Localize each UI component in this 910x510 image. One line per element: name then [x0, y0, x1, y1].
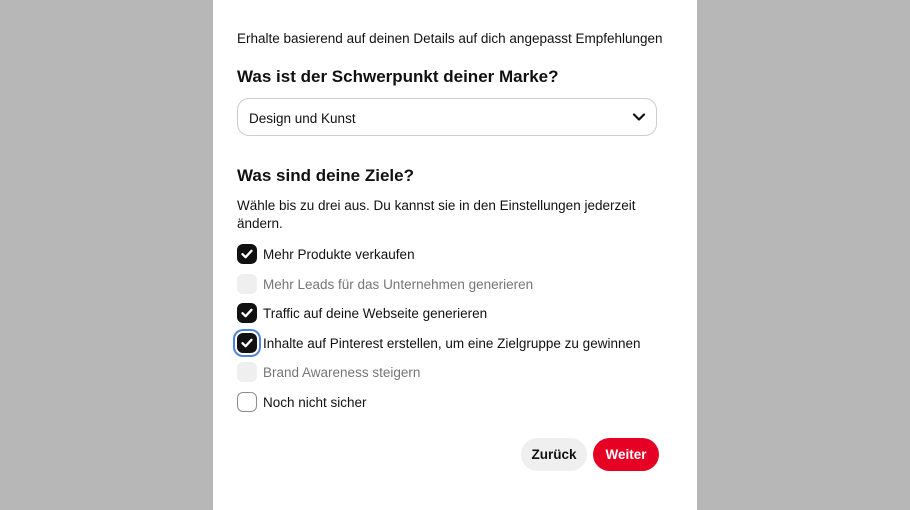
checkmark-icon [241, 338, 253, 348]
goal-option[interactable]: Mehr Leads für das Unternehmen generiere… [237, 273, 677, 304]
goal-option-label: Inhalte auf Pinterest erstellen, um eine… [263, 335, 641, 351]
brand-focus-question: Was ist der Schwerpunkt deiner Marke? [237, 67, 559, 86]
next-button[interactable]: Weiter [593, 438, 659, 471]
goal-checkbox[interactable] [237, 244, 257, 264]
goal-option[interactable]: Mehr Produkte verkaufen [237, 244, 677, 274]
goal-option-label: Noch nicht sicher [263, 394, 367, 410]
onboarding-panel: Erhalte basierend auf deinen Details auf… [213, 0, 697, 510]
goal-option[interactable]: Brand Awareness steigern [237, 362, 677, 392]
goal-option[interactable]: Noch nicht sicher [237, 391, 677, 422]
goal-option-label: Mehr Leads für das Unternehmen generiere… [263, 276, 534, 292]
intro-text: Erhalte basierend auf deinen Details auf… [237, 31, 663, 46]
chevron-down-icon [632, 110, 646, 124]
goals-hint: Wähle bis zu drei aus. Du kannst sie in … [237, 198, 636, 231]
goal-option[interactable]: Inhalte auf Pinterest erstellen, um eine… [237, 332, 677, 363]
goals-options-list: Mehr Produkte verkaufen Mehr Leads für d… [237, 244, 677, 422]
goal-checkbox[interactable] [237, 391, 257, 412]
goal-checkbox [237, 362, 257, 383]
goal-option-label: Brand Awareness steigern [263, 365, 421, 381]
checkmark-icon [241, 308, 253, 318]
goal-option-label: Mehr Produkte verkaufen [263, 247, 415, 262]
checkmark-icon [241, 249, 253, 259]
goals-question: Was sind deine Ziele? [237, 166, 414, 185]
goal-option[interactable]: Traffic auf deine Webseite generieren [237, 303, 677, 333]
back-button[interactable]: Zurück [521, 438, 587, 471]
goal-checkbox [237, 273, 257, 294]
brand-focus-selected-value: Design und Kunst [249, 111, 356, 126]
goal-checkbox[interactable] [237, 332, 257, 353]
goal-option-label: Traffic auf deine Webseite generieren [263, 306, 488, 322]
brand-focus-select[interactable]: Design und Kunst [237, 98, 657, 136]
goal-checkbox[interactable] [237, 303, 257, 324]
